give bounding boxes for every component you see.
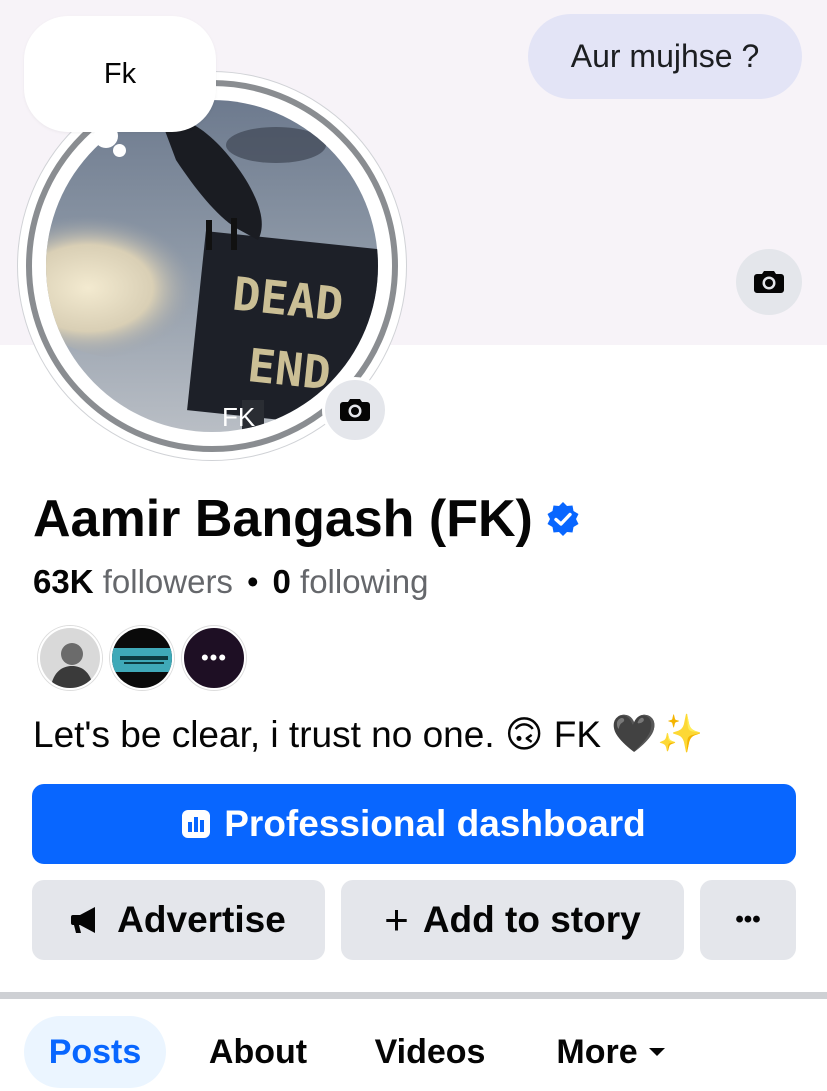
professional-dashboard-button[interactable]: Professional dashboard — [32, 784, 796, 864]
add-to-story-label: Add to story — [422, 899, 641, 940]
more-friends-dots: ••• — [200, 645, 228, 670]
friend-avatar[interactable] — [110, 626, 174, 690]
advertise-label: Advertise — [117, 899, 286, 940]
more-options-button[interactable]: ••• — [700, 880, 796, 960]
friend-avatar[interactable] — [38, 626, 102, 690]
black-heart-emoji: 🖤 — [611, 713, 658, 754]
dead-end-crow-image: DEAD END — [46, 100, 378, 432]
sparkles-emoji: ✨ — [657, 713, 704, 754]
note-bubble-tail-small — [113, 144, 126, 157]
svg-text:END: END — [245, 338, 333, 400]
following-count: 0 — [272, 563, 291, 600]
following-link[interactable]: 0 following — [273, 563, 429, 600]
advertise-button[interactable]: Advertise — [32, 880, 325, 960]
note-bubble-tail — [94, 124, 118, 148]
tab-label: Videos — [374, 1032, 486, 1071]
svg-text:DEAD: DEAD — [230, 266, 346, 331]
avatar-overlay-text: FK — [222, 402, 256, 432]
follow-stats: 63K followers • 0 following — [33, 563, 428, 601]
professional-dashboard-label: Professional dashboard — [224, 803, 646, 844]
profile-bio: Let's be clear, i trust no one. 🙃 FK 🖤 ✨ — [33, 713, 703, 756]
section-divider — [0, 992, 827, 999]
add-to-story-button[interactable]: + Add to story — [341, 880, 684, 960]
plus-icon: + — [384, 896, 409, 943]
more-friends-button[interactable]: ••• — [182, 626, 246, 690]
edit-cover-camera-button[interactable] — [736, 249, 802, 315]
cover-speech-bubble: Aur mujhse ? — [528, 14, 802, 99]
profile-name-text: Aamir Bangash (FK) — [33, 490, 533, 548]
profile-tabs: Posts About Videos More — [0, 1016, 827, 1088]
tab-about[interactable]: About — [192, 1016, 324, 1088]
stats-separator: • — [246, 563, 259, 600]
following-label: following — [300, 563, 429, 600]
verified-badge-icon — [547, 502, 579, 536]
profile-photo-image: DEAD END — [46, 100, 378, 432]
camera-icon — [340, 399, 370, 421]
more-options-dots: ••• — [735, 906, 761, 933]
tab-label: About — [208, 1032, 308, 1071]
friend-avatars: ••• — [38, 626, 246, 690]
bio-fk-text: FK — [553, 713, 602, 755]
note-bubble[interactable]: Fk — [24, 16, 216, 132]
tab-posts[interactable]: Posts — [24, 1016, 166, 1088]
camera-icon — [754, 271, 784, 293]
followers-link[interactable]: 63K followers — [33, 563, 233, 600]
profile-name: Aamir Bangash (FK) — [33, 489, 581, 549]
megaphone-icon — [71, 907, 96, 933]
tab-videos[interactable]: Videos — [355, 1016, 505, 1088]
bar-chart-icon — [182, 810, 211, 838]
note-text: Fk — [103, 57, 137, 90]
followers-label: followers — [102, 563, 233, 600]
edit-profile-picture-camera-button[interactable] — [322, 377, 388, 443]
tab-label: More — [556, 1032, 638, 1071]
tab-more[interactable]: More — [536, 1016, 686, 1088]
bio-text: Let's be clear, i trust no one. — [33, 713, 495, 755]
upside-down-face-emoji: 🙃 — [504, 714, 544, 755]
tab-label: Posts — [48, 1032, 142, 1071]
caret-down-icon — [648, 1048, 665, 1056]
cover-bubble-text: Aur mujhse ? — [570, 38, 760, 74]
followers-count: 63K — [33, 563, 94, 600]
